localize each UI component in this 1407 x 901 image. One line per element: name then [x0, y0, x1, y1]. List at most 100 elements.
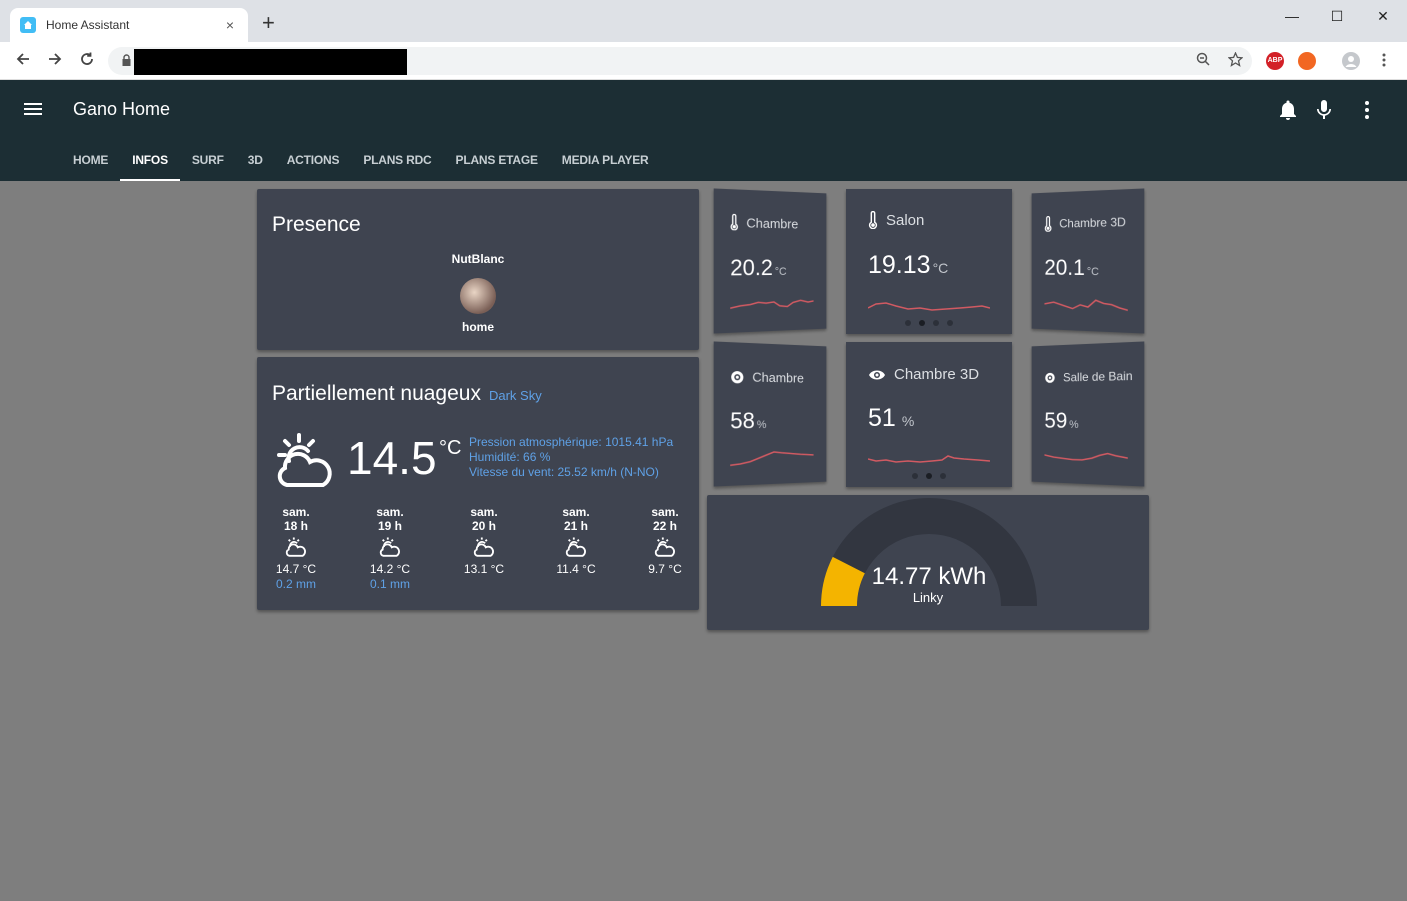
- pager-dots[interactable]: [846, 320, 1012, 326]
- humidity-icon: [731, 370, 744, 383]
- sensor-value: 59%: [1044, 408, 1078, 434]
- partly-cloudy-icon: [277, 433, 332, 487]
- new-tab-button[interactable]: +: [262, 12, 275, 34]
- sensor-unit: %: [756, 419, 767, 432]
- weather-card[interactable]: Partiellement nuageux Dark Sky 14.5 °C Pr…: [257, 357, 699, 610]
- weather-condition: Partiellement nuageux: [272, 382, 481, 405]
- forecast-item: sam. 20 h 13.1 °C: [452, 505, 516, 577]
- sensor-unit: %: [901, 413, 915, 429]
- forecast-precip: 0.1 mm: [369, 577, 410, 591]
- bell-icon[interactable]: [1276, 98, 1300, 122]
- browser-menu-icon[interactable]: [1373, 50, 1395, 72]
- sensor-value: 20.1 °C: [1044, 255, 1098, 281]
- tab-media-player[interactable]: MEDIA PLAYER: [550, 142, 661, 181]
- forecast-hour: 21 h: [563, 519, 588, 533]
- forward-icon[interactable]: [44, 50, 66, 72]
- sparkline: [730, 294, 813, 316]
- partly-cloudy-icon: [544, 536, 608, 560]
- pager-dots[interactable]: [846, 473, 1012, 479]
- weather-pressure: Pression atmosphérique: 1015.41 hPa: [469, 435, 674, 449]
- tab-home[interactable]: HOME: [61, 142, 120, 181]
- browser-tabstrip: Home Assistant × + — ☐ ✕: [0, 0, 1407, 42]
- thermometer-icon: [1044, 216, 1051, 232]
- tab-title: Home Assistant: [46, 18, 130, 32]
- weather-unit: °C: [439, 437, 462, 459]
- partly-cloudy-icon: [633, 536, 697, 560]
- person-avatar[interactable]: [460, 278, 496, 314]
- sensor-value-number: 20.1: [1044, 255, 1085, 280]
- sparkline: [1044, 294, 1127, 316]
- sensor-header: Chambre 3D: [1044, 214, 1126, 232]
- sensor-name: Salon: [886, 211, 925, 229]
- tab-close-icon[interactable]: ×: [222, 17, 238, 33]
- close-window-button[interactable]: ✕: [1371, 6, 1395, 26]
- forecast-item: sam. 22 h 9.7 °C: [633, 505, 697, 577]
- sensor-card-salon-temp[interactable]: Salon 19.13 °C: [846, 189, 1012, 334]
- gauge-name: Linky: [912, 590, 944, 605]
- forecast-precip: 0.2 mm: [275, 577, 316, 591]
- sensor-value: 20.2 °C: [730, 255, 786, 282]
- weather-temperature: 14.5: [347, 432, 437, 484]
- sensor-name: Chambre: [746, 214, 799, 231]
- eye-icon: [869, 370, 885, 379]
- menu-icon[interactable]: [24, 100, 42, 118]
- extension-icon[interactable]: [1298, 52, 1316, 70]
- sensor-name: Chambre: [752, 369, 804, 386]
- tab-plans-etage[interactable]: PLANS ETAGE: [444, 142, 550, 181]
- sensor-unit: °C: [932, 260, 949, 276]
- back-icon[interactable]: [12, 50, 34, 72]
- sensor-card-chambre3d-humidity[interactable]: Chambre 3D 51%: [846, 342, 1012, 487]
- forecast-day: sam.: [562, 505, 590, 519]
- zoom-icon[interactable]: [1194, 52, 1212, 70]
- forecast-hour: 19 h: [377, 519, 402, 533]
- sensor-value: 19.13 °C: [868, 251, 948, 280]
- browser-toolbar: ABP: [0, 42, 1407, 80]
- tab-plans-rdc[interactable]: PLANS RDC: [351, 142, 443, 181]
- sensor-header: Chambre 3D: [868, 366, 979, 383]
- sensor-value-number: 51: [868, 404, 896, 432]
- weather-attributes: Pression atmosphérique: 1015.41 hPa Humi…: [469, 435, 673, 480]
- lock-icon: [122, 54, 131, 66]
- sensor-unit: °C: [1086, 266, 1099, 279]
- app-header: Gano Home HOME INFOS SURF 3D ACTIONS PLA…: [0, 80, 1407, 181]
- bookmark-star-icon[interactable]: [1226, 51, 1244, 70]
- tab-actions[interactable]: ACTIONS: [275, 142, 352, 181]
- reload-icon[interactable]: [76, 50, 98, 72]
- thermometer-icon: [868, 211, 878, 229]
- app-title: Gano Home: [73, 99, 171, 119]
- forecast-temp: 11.4 °C: [556, 562, 596, 576]
- partly-cloudy-icon: [264, 536, 328, 560]
- tab-infos[interactable]: INFOS: [120, 142, 180, 181]
- sensor-card-chambre3d-temp[interactable]: Chambre 3D 20.1 °C: [1031, 188, 1145, 334]
- address-bar[interactable]: [108, 47, 1252, 75]
- sensor-header: Chambre: [730, 214, 798, 232]
- tab-3d[interactable]: 3D: [236, 142, 275, 181]
- adblock-extension-icon[interactable]: ABP: [1266, 52, 1284, 70]
- more-vert-icon[interactable]: [1355, 98, 1379, 122]
- minimize-button[interactable]: —: [1280, 6, 1304, 26]
- sensor-card-salle-de-bain-humidity[interactable]: Salle de Bain 59%: [1031, 341, 1145, 487]
- sensor-value: 58%: [730, 408, 766, 435]
- sparkline: [868, 302, 990, 311]
- sensor-card-chambre-humidity[interactable]: Chambre 58%: [713, 341, 827, 487]
- sensor-value-number: 20.2: [730, 254, 773, 281]
- forecast-item: sam. 18 h 14.7 °C 0.2 mm: [264, 505, 328, 592]
- forecast-item: sam. 21 h 11.4 °C: [544, 505, 608, 577]
- tab-surf[interactable]: SURF: [180, 142, 236, 181]
- weather-wind: Vitesse du vent: 25.52 km/h (N-NO): [469, 465, 659, 479]
- sensor-card-chambre-temp[interactable]: Chambre 20.2 °C: [713, 188, 827, 334]
- sensor-unit: %: [1069, 418, 1079, 431]
- sensor-value: 51%: [868, 404, 914, 433]
- profile-avatar-icon[interactable]: [1342, 52, 1360, 70]
- sensor-name: Chambre 3D: [894, 366, 980, 383]
- sensor-name: Chambre 3D: [1059, 214, 1126, 231]
- maximize-button[interactable]: ☐: [1325, 6, 1349, 26]
- microphone-icon[interactable]: [1312, 98, 1336, 122]
- url-redacted: [134, 49, 407, 75]
- forecast-day: sam.: [376, 505, 404, 519]
- gauge-card-linky[interactable]: 14.77 kWh Linky: [707, 495, 1149, 630]
- browser-tab[interactable]: Home Assistant ×: [10, 8, 248, 42]
- weather-provider: Dark Sky: [488, 388, 542, 403]
- gauge-value: 14.77 kWh: [871, 563, 987, 590]
- sparkline: [730, 447, 813, 469]
